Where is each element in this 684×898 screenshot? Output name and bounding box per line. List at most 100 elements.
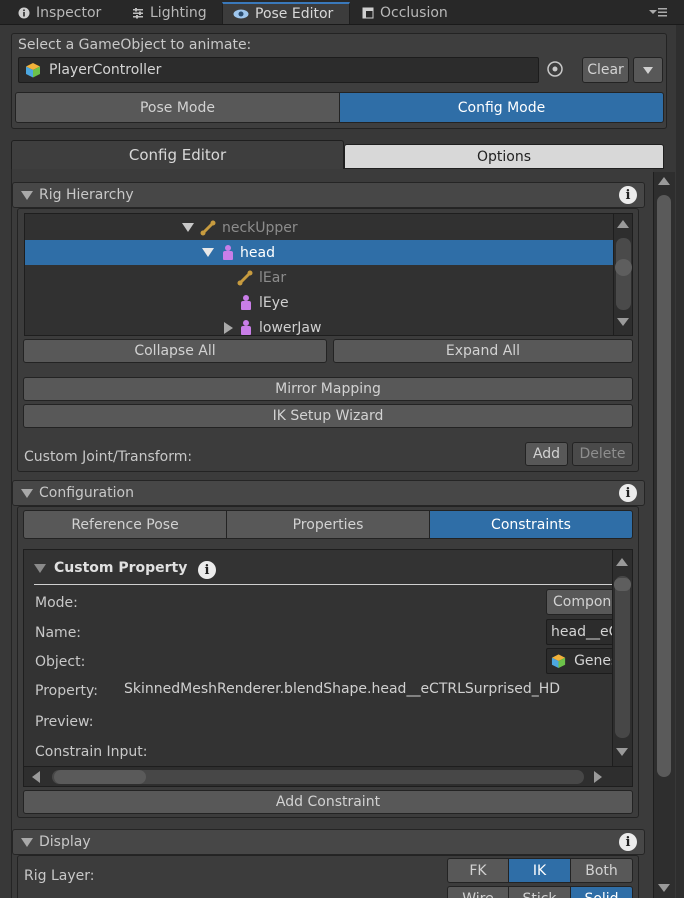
tab-pose-editor[interactable]: Pose Editor: [222, 2, 350, 24]
config-mode-button[interactable]: Config Mode: [339, 92, 664, 123]
tab-reference-pose[interactable]: Reference Pose: [23, 510, 227, 539]
ik-setup-wizard-button[interactable]: IK Setup Wizard: [23, 404, 633, 428]
tab-pose-editor-label: Pose Editor: [255, 6, 334, 22]
tree-node-label: lEye: [259, 294, 289, 311]
tab-occlusion[interactable]: Occlusion: [352, 2, 458, 24]
rig-layer-both-button[interactable]: Both: [570, 858, 633, 883]
display-header[interactable]: Display: [12, 829, 645, 855]
tree-node-lowerjaw[interactable]: lowerJaw: [25, 315, 615, 335]
gameobject-field[interactable]: PlayerController: [18, 57, 539, 83]
rig-layer-ik-button[interactable]: IK: [508, 858, 571, 883]
tree-scroll-handle[interactable]: [615, 259, 632, 276]
preview-label: Preview:: [35, 714, 94, 730]
pose-mode-button[interactable]: Pose Mode: [15, 92, 340, 123]
configuration-info-icon[interactable]: i: [619, 484, 637, 502]
tab-inspector[interactable]: Inspector: [8, 2, 111, 24]
tree-node-head[interactable]: head: [25, 240, 615, 265]
display-info-icon[interactable]: i: [619, 833, 637, 851]
property-scroll-handle[interactable]: [614, 578, 631, 591]
delete-joint-button[interactable]: Delete: [572, 442, 633, 466]
scroll-down-arrow-icon[interactable]: [617, 318, 629, 326]
foldout-expanded-icon: [21, 837, 33, 847]
info-icon: [18, 7, 30, 19]
scroll-left-arrow-icon[interactable]: [32, 771, 40, 783]
rig-hierarchy-info-icon[interactable]: i: [619, 186, 637, 204]
outer-vertical-scrollbar[interactable]: [653, 172, 675, 898]
property-scroll-thumb[interactable]: [615, 576, 630, 738]
custom-property-title: Custom Property: [54, 560, 188, 576]
collapse-all-button[interactable]: Collapse All: [23, 339, 327, 363]
tree-node-lear[interactable]: lEar: [25, 265, 615, 290]
expand-arrow-icon[interactable]: [182, 223, 194, 232]
object-picker-icon[interactable]: [546, 60, 564, 78]
tab-properties[interactable]: Properties: [226, 510, 430, 539]
clear-options-dropdown[interactable]: [633, 57, 663, 83]
person-icon: [241, 295, 251, 310]
rig-hierarchy-title: Rig Hierarchy: [39, 187, 134, 203]
tree-node-label: head: [240, 244, 275, 261]
rig-hierarchy-header[interactable]: Rig Hierarchy: [12, 182, 645, 208]
select-gameobject-label: Select a GameObject to animate:: [18, 37, 252, 53]
tree-node-label: lEar: [259, 269, 287, 286]
scroll-down-arrow-icon[interactable]: [616, 748, 628, 756]
property-horizontal-scrollbar[interactable]: [24, 766, 632, 786]
add-joint-button[interactable]: Add: [525, 442, 568, 466]
scroll-up-arrow-icon[interactable]: [658, 177, 670, 185]
tab-lighting[interactable]: Lighting: [122, 2, 217, 24]
window-menu-icon[interactable]: [648, 6, 668, 18]
property-vertical-scrollbar[interactable]: [612, 550, 632, 766]
custom-property-info-icon[interactable]: i: [198, 561, 216, 579]
add-constraint-button[interactable]: Add Constraint: [23, 790, 633, 814]
horizontal-scroll-thumb[interactable]: [54, 770, 146, 784]
expand-arrow-icon[interactable]: [202, 248, 214, 257]
clear-button[interactable]: Clear: [582, 57, 629, 83]
property-label: Property:: [35, 683, 98, 699]
gameobject-cube-icon: [26, 63, 40, 78]
occlusion-icon: [362, 7, 374, 19]
configuration-title: Configuration: [39, 485, 134, 501]
tab-constraints[interactable]: Constraints: [429, 510, 633, 539]
eye-icon: [233, 9, 249, 19]
tree-node-leye[interactable]: lEye: [25, 290, 615, 315]
custom-property-box: Custom Property i Mode: Component Pr Nam…: [23, 549, 633, 787]
scroll-up-arrow-icon[interactable]: [616, 558, 628, 566]
person-icon: [223, 245, 233, 260]
scroll-right-arrow-icon[interactable]: [594, 771, 602, 783]
constrain-input-label: Constrain Input:: [35, 744, 148, 760]
header-divider: [34, 584, 632, 585]
outer-scroll-thumb[interactable]: [657, 195, 671, 777]
custom-joint-label: Custom Joint/Transform:: [24, 449, 193, 465]
collapsed-arrow-icon[interactable]: [224, 321, 233, 334]
render-solid-button[interactable]: Solid: [570, 886, 633, 898]
bone-icon: [200, 220, 216, 235]
tree-vertical-scrollbar[interactable]: [613, 214, 632, 335]
tab-lighting-label: Lighting: [150, 5, 207, 21]
render-stick-button[interactable]: Stick: [508, 886, 571, 898]
right-edge-strip: [676, 25, 684, 898]
scroll-up-arrow-icon[interactable]: [617, 220, 629, 228]
tree-node-label: neckUpper: [222, 219, 298, 236]
foldout-expanded-icon: [21, 190, 33, 200]
window-tab-bar: Inspector Lighting Pose Editor Occlusion: [0, 0, 684, 25]
configuration-header[interactable]: Configuration: [12, 480, 645, 506]
scroll-down-arrow-icon[interactable]: [658, 884, 670, 892]
chevron-down-icon: [643, 66, 653, 74]
property-value: SkinnedMeshRenderer.blendShape.head__eCT…: [124, 681, 561, 697]
mirror-mapping-button[interactable]: Mirror Mapping: [23, 377, 633, 401]
rig-layer-fk-button[interactable]: FK: [447, 858, 509, 883]
bone-icon: [237, 270, 253, 285]
tree-node-neckupper[interactable]: neckUpper: [25, 215, 615, 240]
rig-layer-label: Rig Layer:: [24, 868, 95, 884]
mode-label: Mode:: [35, 595, 78, 611]
tab-options[interactable]: Options: [344, 144, 664, 169]
display-title: Display: [39, 834, 91, 850]
object-label: Object:: [35, 654, 86, 670]
tab-config-editor[interactable]: Config Editor: [11, 140, 344, 169]
gameobject-name: PlayerController: [49, 62, 162, 78]
lighting-icon: [133, 8, 143, 19]
person-icon: [241, 320, 251, 335]
render-wire-button[interactable]: Wire: [447, 886, 509, 898]
expand-all-button[interactable]: Expand All: [333, 339, 633, 363]
custom-property-header[interactable]: Custom Property: [34, 560, 187, 576]
foldout-expanded-icon: [34, 563, 46, 573]
